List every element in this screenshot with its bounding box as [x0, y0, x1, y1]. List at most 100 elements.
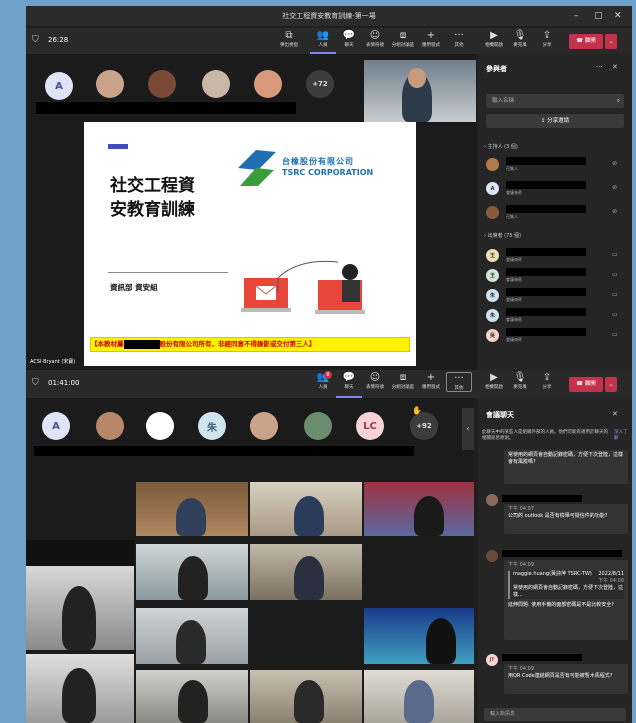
video-tile — [136, 670, 248, 723]
slide-department: 資訊部 資安組 — [110, 283, 158, 292]
person-figure — [176, 498, 206, 536]
meeting-stage-top: A +72 社交工程資 安教育訓練 資訊部 資安組 台橡股份有限公司 TSRC … — [26, 54, 476, 370]
close-panel-button[interactable]: ✕ — [612, 63, 618, 71]
avatar: 王 — [486, 269, 499, 282]
avatar[interactable]: LC — [356, 412, 384, 440]
camera-button[interactable]: ▶ 相機開啟 — [481, 30, 507, 48]
avatar[interactable] — [202, 70, 230, 98]
share-invite-button[interactable]: ⇪ 分享邀請 — [486, 114, 624, 128]
leave-options-button[interactable]: ⌄ — [605, 34, 617, 49]
chat-icon: 💬 — [342, 30, 356, 41]
avatar[interactable]: A — [42, 412, 70, 440]
chat-input[interactable]: 輸入新訊息 — [484, 708, 626, 721]
video-tile — [250, 544, 362, 600]
video-off-icon: ▭ — [612, 311, 618, 318]
leave-options-button[interactable]: ⌄ — [605, 377, 617, 392]
scroll-left-button[interactable]: ‹ — [462, 408, 474, 450]
avatar[interactable] — [148, 70, 176, 98]
shield-icon: ⛉ — [32, 35, 39, 45]
participant-role: 會議來賓 — [506, 257, 522, 262]
participant-row[interactable]: 王會議來賓 ▭ — [486, 247, 626, 265]
accent-bar — [108, 144, 128, 149]
camera-button[interactable]: ▶ 相機開啟 — [481, 372, 507, 390]
emoji-icon: ☺ — [369, 30, 381, 41]
avatar[interactable] — [254, 70, 282, 98]
redacted-name — [502, 654, 582, 661]
chat-message: 下午 04:09 用QR Code連結網頁是否有可能被暫木馬程式? — [504, 664, 628, 694]
participant-row[interactable]: A 會議來賓 ⊘ — [486, 180, 626, 198]
people-button[interactable]: 👥 人員 — [310, 372, 336, 390]
close-window-button[interactable]: ✕ — [614, 6, 622, 26]
minimize-button[interactable]: – — [574, 6, 579, 26]
participant-row[interactable]: 召集人 ⊘ — [486, 156, 626, 174]
participant-row[interactable]: 朱會議來賓 ▭ — [486, 287, 626, 305]
avatar[interactable] — [250, 412, 278, 440]
person-figure — [176, 620, 206, 664]
redacted-company — [123, 339, 160, 349]
avatar: JT — [486, 654, 498, 666]
mic-icon: 🎙 — [513, 372, 527, 383]
more-icon: ··· — [454, 30, 464, 41]
share-button[interactable]: ⇪ 分享 — [534, 372, 560, 390]
reactions-button[interactable]: ☺ 表情符號 — [362, 30, 388, 48]
meeting-stage-bottom: A 朱 LC +92 ✋ ‹ — [26, 398, 474, 723]
close-panel-button[interactable]: ✕ — [612, 410, 618, 418]
avatar[interactable]: A — [45, 72, 73, 100]
company-name-cn: 台橡股份有限公司 — [282, 157, 354, 166]
leave-button[interactable]: ☎ 離開 — [569, 377, 603, 392]
video-tile — [364, 670, 474, 723]
participant-role: 會議來賓 — [506, 190, 522, 195]
apps-button[interactable]: + 應用程式 — [418, 372, 444, 390]
avatar — [486, 158, 499, 171]
attendees-header[interactable]: › 出席者 (75 個) — [484, 232, 521, 239]
learn-more-link[interactable]: 深入了解 — [614, 430, 628, 442]
redacted-name — [506, 248, 586, 256]
panel-title: 參與者 — [486, 65, 507, 73]
person-figure — [178, 556, 208, 600]
video-tile — [26, 566, 134, 650]
maximize-button[interactable]: ▢ — [594, 6, 603, 26]
mic-button[interactable]: 🎙 麥克風 — [507, 30, 533, 48]
shared-slide: 社交工程資 安教育訓練 資訊部 資安組 台橡股份有限公司 TSRC CORPOR… — [84, 122, 416, 366]
video-off-icon: ▭ — [612, 291, 618, 298]
avatar[interactable] — [96, 70, 124, 98]
more-button[interactable]: ··· 其他 — [446, 372, 472, 392]
participant-search-input[interactable]: 輸入名稱 ⌕ — [486, 94, 624, 108]
share-button[interactable]: ⇪ 分享 — [534, 30, 560, 48]
video-off-icon: ▭ — [612, 271, 618, 278]
apps-button[interactable]: + 應用程式 — [418, 30, 444, 48]
breakout-button[interactable]: ⧈ 分組討論區 — [390, 372, 416, 390]
avatar[interactable] — [96, 412, 124, 440]
more-options-icon[interactable]: ··· — [596, 63, 603, 71]
company-name-en: TSRC CORPORATION — [282, 168, 374, 177]
video-tile — [136, 608, 248, 664]
participant-row[interactable]: 朱會議來賓 ▭ — [486, 307, 626, 325]
mic-muted-icon: ⊘ — [612, 184, 618, 191]
avatar[interactable]: 朱 — [198, 412, 226, 440]
chat-message: 常使用的網頁會自動記錄密碼，方便下次登陸，這樣會有風險嗎? — [504, 450, 628, 484]
avatar[interactable] — [146, 412, 174, 440]
more-participants-badge[interactable]: +72 — [306, 70, 334, 98]
chat-button[interactable]: 💬 聊天 — [336, 372, 362, 398]
participant-row[interactable]: 召集人 ⊘ — [486, 204, 626, 222]
people-button[interactable]: 👥 人員 — [310, 30, 336, 54]
leave-button[interactable]: ☎ 離開 — [569, 34, 603, 49]
more-button[interactable]: ··· 其他 — [446, 30, 472, 48]
breakout-button[interactable]: ⧈ 分組討論區 — [390, 30, 416, 48]
more-participants-badge[interactable]: +92 — [410, 412, 438, 440]
mic-muted-icon: 🎙 — [513, 30, 527, 41]
reactions-button[interactable]: ☺ 表情符號 — [362, 372, 388, 390]
popout-icon: ⧉ — [285, 30, 293, 41]
more-icon: ··· — [454, 373, 464, 384]
participant-row[interactable]: 吳會議來賓 ▭ — [486, 327, 626, 345]
external-notice: 此聊天中的某些人是組織外部的人員。他們可能有適用於聊天的相關訊息原則。 — [482, 430, 608, 441]
popout-button[interactable]: ⧉ 彈出視窗 — [276, 30, 302, 48]
chat-button[interactable]: 💬 聊天 — [336, 30, 362, 48]
avatar[interactable] — [304, 412, 332, 440]
organizers-header[interactable]: › 主持人 (3 個) — [484, 143, 518, 150]
participant-row[interactable]: 王會議來賓 ▭ — [486, 267, 626, 285]
people-count-badge: 8 — [324, 371, 332, 379]
chevron-down-icon: ⌄ — [608, 381, 614, 388]
video-off-icon: ▭ — [612, 251, 618, 258]
mic-button[interactable]: 🎙 麥克風 — [507, 372, 533, 390]
